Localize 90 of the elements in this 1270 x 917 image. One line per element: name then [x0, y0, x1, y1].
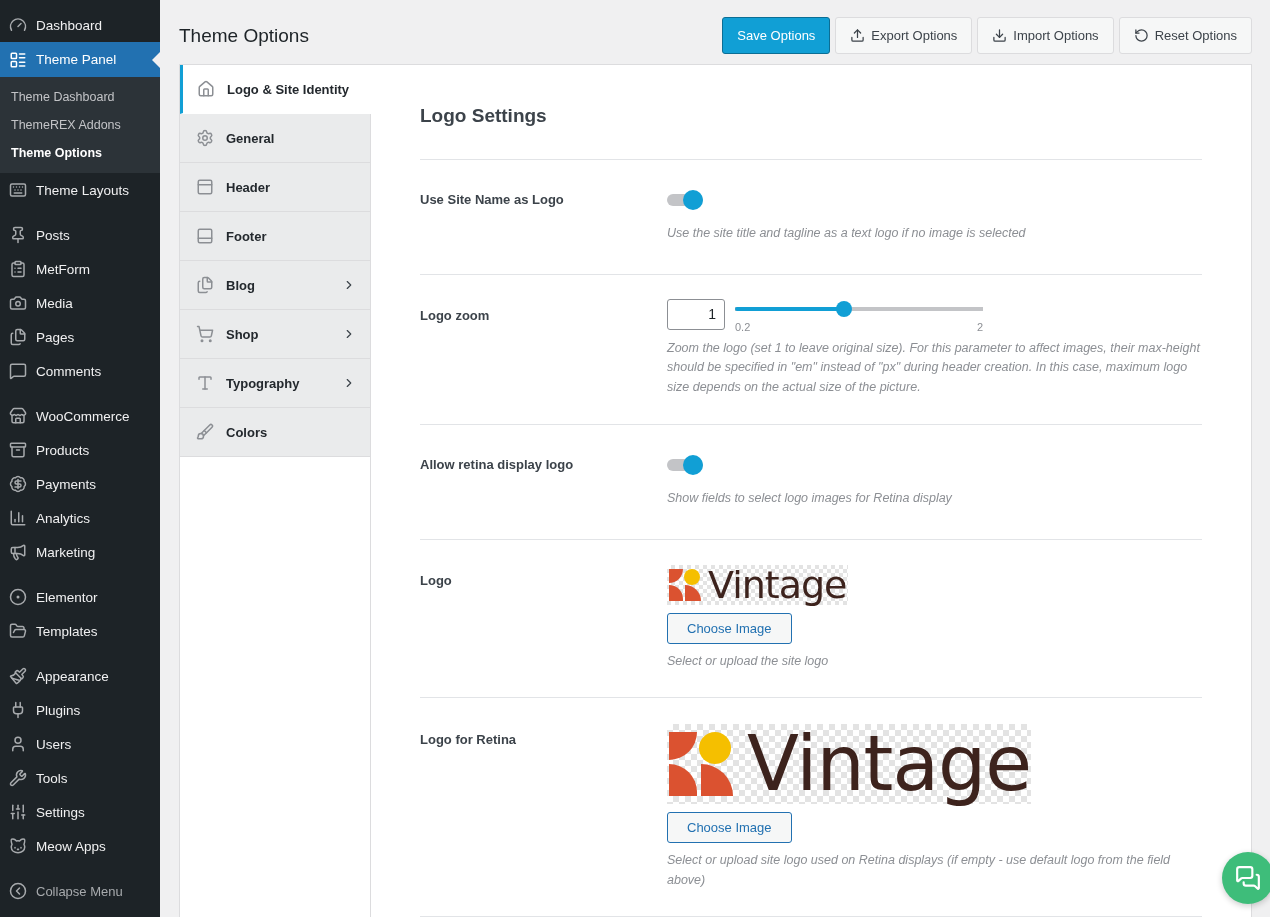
menu-item[interactable]: Elementor [0, 580, 160, 614]
submenu-item[interactable]: ThemeREX Addons [0, 111, 160, 139]
pushpin-icon [9, 226, 27, 244]
wrench-icon [9, 769, 27, 787]
field-label: Use Site Name as Logo [420, 191, 565, 209]
menu-item[interactable]: Pages [0, 320, 160, 354]
slider-max-label: 2 [976, 320, 983, 333]
menu-item[interactable]: Plugins [0, 693, 160, 727]
menu-item[interactable]: WooCommerce [0, 399, 160, 433]
pages-icon [196, 276, 214, 294]
upload-icon [850, 28, 866, 43]
field-label: Logo [420, 571, 453, 590]
reset-icon [1133, 28, 1149, 43]
form-list-icon [9, 260, 27, 278]
slider-min-label: 0.2 [735, 320, 751, 333]
field-description: Select or upload site logo used on Retina displays (if empty - use default logo from the field above) [667, 852, 1172, 889]
collapse-menu-button[interactable]: Collapse Menu [0, 874, 160, 908]
menu-item[interactable]: Meow Apps [0, 829, 160, 863]
menu-item[interactable]: Settings [0, 795, 160, 829]
cat-icon [9, 837, 27, 855]
number-input[interactable]: 1 [667, 298, 725, 330]
toolbar-button[interactable]: Export Options [835, 17, 973, 54]
menu-item[interactable]: Templates [0, 614, 160, 648]
sliders-icon [9, 803, 27, 821]
menu-item[interactable]: Users [0, 727, 160, 761]
menu-item[interactable]: Posts [0, 218, 160, 252]
camera-icon [9, 294, 27, 312]
options-tab[interactable]: General [180, 114, 370, 163]
options-tab[interactable]: Shop [180, 310, 370, 359]
menu-item[interactable]: Analytics [0, 501, 160, 535]
collapse-icon [9, 882, 27, 900]
logo-mark-icon [669, 732, 733, 796]
dashboard-gauge-icon [9, 16, 27, 34]
field-label: Allow retina display logo [420, 456, 575, 474]
choose-image-button[interactable]: Choose Image [667, 612, 792, 644]
brush-icon [196, 423, 214, 441]
storefront-icon [9, 407, 27, 425]
folder-icon [9, 622, 27, 640]
keyboard-icon [9, 181, 27, 199]
menu-item[interactable]: Comments [0, 354, 160, 388]
options-tab[interactable]: Colors [180, 408, 370, 457]
letter-icon [196, 374, 214, 392]
panel-top-icon [196, 178, 214, 196]
circle-icon [9, 588, 27, 606]
options-tab[interactable]: Typography [180, 359, 370, 408]
menu-item[interactable]: Appearance [0, 659, 160, 693]
menu-item[interactable]: Theme Layouts [0, 173, 160, 207]
section-title: Logo Settings [420, 105, 1202, 160]
megaphone-icon [9, 543, 27, 561]
home-icon [197, 80, 215, 98]
submenu-item[interactable]: Theme Dashboard [0, 83, 160, 111]
menu-item[interactable]: Tools [0, 761, 160, 795]
options-tab[interactable]: Header [180, 163, 370, 212]
download-icon [992, 28, 1008, 43]
paintbrush-icon [9, 667, 27, 685]
options-tab[interactable]: Footer [180, 212, 370, 261]
menu-item[interactable]: MetForm [0, 252, 160, 286]
field-description: Use the site title and tagline as a text logo if no image is selected [667, 225, 1026, 242]
pages-icon [9, 328, 27, 346]
logo-wordmark: Vintage [708, 565, 847, 604]
options-tab[interactable]: Blog [180, 261, 370, 310]
toolbar-button[interactable]: Import Options [977, 17, 1114, 54]
menu-item[interactable]: Marketing [0, 535, 160, 569]
page-title: Theme Options [179, 24, 309, 47]
menu-item[interactable]: Products [0, 433, 160, 467]
submenu-item[interactable]: Theme Options [0, 139, 160, 167]
dollar-badge-icon [9, 475, 27, 493]
toolbar-button[interactable]: Reset Options [1118, 17, 1252, 54]
field-label: Logo for Retina [420, 731, 518, 749]
speech-bubble-icon [9, 362, 27, 380]
field-label: Logo zoom [420, 306, 491, 325]
menu-item[interactable]: Media [0, 286, 160, 320]
cart-icon [196, 325, 214, 343]
options-tab[interactable]: Logo & Site Identity [180, 65, 371, 114]
field-description: Select or upload the site logo [667, 652, 829, 670]
menu-item[interactable]: Dashboard [0, 8, 160, 42]
menu-item[interactable]: Payments [0, 467, 160, 501]
grid-panel-icon [9, 50, 27, 69]
panel-bottom-icon [196, 227, 214, 245]
choose-image-button[interactable]: Choose Image [667, 812, 792, 843]
menu-item[interactable]: Theme Panel [0, 42, 160, 77]
bar-chart-icon [9, 509, 27, 527]
archive-box-icon [9, 441, 27, 459]
chat-bubbles-icon [1235, 865, 1261, 891]
logo-mark-icon [669, 568, 701, 601]
settings-icon [196, 129, 214, 147]
field-description: Zoom the logo (set 1 to leave original size). For this parameter to affect images, their max-height should be specified in "em" instead of "px" during header creation. In this case, maximum logo size depends on the actual size of the picture. [667, 339, 1202, 396]
slider-thumb[interactable] [836, 300, 853, 317]
person-icon [9, 735, 27, 753]
field-description: Show fields to select logo images for Retina display [667, 490, 952, 507]
